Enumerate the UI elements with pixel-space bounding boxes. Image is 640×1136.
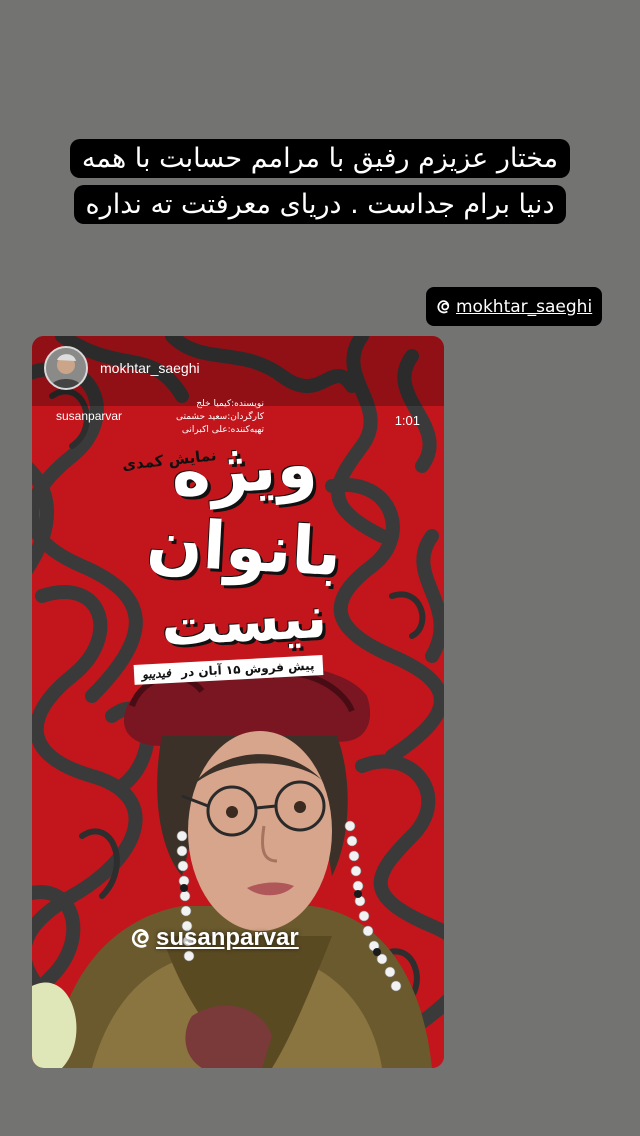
poster-title-line2: بانوان <box>144 503 344 592</box>
presale-brand: فیدیبو <box>141 666 172 682</box>
poster-title-line3: نیست <box>159 582 329 660</box>
credit-director: کارگردان:سعید حشمتی <box>176 412 264 422</box>
inner-username[interactable]: susanparvar <box>56 409 122 423</box>
poster-presale-banner: پیش فروش ۱۵ آبان در فیدیبو <box>133 655 323 685</box>
mention-handle: susanparvar <box>156 924 299 951</box>
story-caption: مختار عزیزم رفیق با مرامم حسابت با همه د… <box>62 136 578 228</box>
video-duration: 1:01 <box>394 413 420 428</box>
mention-sticker-mokhtar[interactable]: mokhtar_saeghi <box>426 287 603 326</box>
threads-icon <box>436 298 453 315</box>
post-username[interactable]: mokhtar_saeghi <box>100 360 200 376</box>
poster-actress-figure <box>32 663 432 1068</box>
credit-writer: نویسنده:کیمیا خلج <box>196 399 264 409</box>
mention-handle: mokhtar_saeghi <box>456 296 593 317</box>
avatar[interactable] <box>44 346 88 390</box>
post-header: mokhtar_saeghi <box>44 346 432 390</box>
presale-text: پیش فروش ۱۵ آبان در <box>180 658 315 680</box>
poster-title-block: نویسنده:کیمیا خلج کارگردان:سعید حشمتی ته… <box>114 396 374 696</box>
mention-sticker-susan[interactable]: susanparvar <box>130 924 299 952</box>
reshared-post-card[interactable]: mokhtar_saeghi susanparvar 1:01 نویسنده:… <box>32 336 444 1068</box>
threads-icon <box>130 926 154 950</box>
poster-title: ویژه بانوان نیست <box>114 425 374 659</box>
caption-text: مختار عزیزم رفیق با مرامم حسابت با همه د… <box>69 139 571 224</box>
